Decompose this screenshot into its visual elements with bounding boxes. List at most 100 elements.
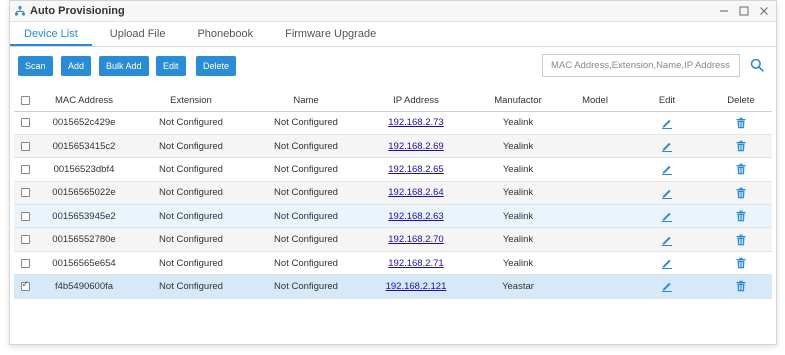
edit-cell <box>624 227 710 252</box>
close-icon[interactable] <box>758 4 770 18</box>
trash-icon[interactable] <box>735 187 747 199</box>
col-manufactor[interactable]: Manufactor <box>470 91 566 112</box>
model-cell <box>566 181 624 206</box>
mac-address-cell: 0015652c429e <box>36 111 132 135</box>
edit-cell <box>624 251 710 276</box>
col-delete: Delete <box>710 91 772 112</box>
toolbar: Scan Add Bulk Add Edit Delete <box>10 47 776 85</box>
row-checkbox[interactable] <box>20 118 30 128</box>
row-select-cell <box>14 111 36 135</box>
window-controls <box>718 4 770 18</box>
scan-button[interactable]: Scan <box>18 56 53 76</box>
ip-address-link[interactable]: 192.168.2.69 <box>388 141 443 152</box>
add-button[interactable]: Add <box>61 56 92 76</box>
ip-address-link[interactable]: 192.168.2.70 <box>388 234 443 245</box>
pencil-icon[interactable] <box>661 234 673 246</box>
tab-device-list[interactable]: Device List <box>10 22 92 46</box>
row-checkbox[interactable] <box>20 164 30 174</box>
edit-button[interactable]: Edit <box>156 56 186 76</box>
maximize-icon[interactable] <box>738 4 750 18</box>
trash-icon[interactable] <box>735 210 747 222</box>
ip-address-cell: 192.168.2.71 <box>362 251 470 276</box>
ip-address-link[interactable]: 192.168.2.64 <box>388 187 443 198</box>
table-row[interactable]: f4b5490600faNot ConfiguredNot Configured… <box>14 274 772 299</box>
delete-cell <box>710 204 772 229</box>
table-row[interactable]: 0015653415c2 Not Configured Not Configured… <box>14 134 772 159</box>
col-model[interactable]: Model <box>566 91 624 112</box>
trash-icon[interactable] <box>735 163 747 175</box>
col-name[interactable]: Name <box>250 91 362 112</box>
pencil-icon[interactable] <box>661 117 673 129</box>
extension-cell: Not Configured <box>132 181 250 206</box>
delete-cell <box>710 251 772 276</box>
trash-icon[interactable] <box>735 234 747 246</box>
name-cell: Not Configured <box>250 251 362 276</box>
pencil-icon[interactable] <box>661 280 673 293</box>
extension-cell: Not Configured <box>132 157 250 182</box>
tab-phonebook[interactable]: Phonebook <box>183 22 267 46</box>
minimize-icon[interactable] <box>718 4 730 18</box>
row-select-cell <box>14 157 36 182</box>
model-cell <box>566 111 624 135</box>
ip-address-link[interactable]: 192.168.2.63 <box>388 211 443 222</box>
row-select-cell <box>14 204 36 229</box>
pencil-icon[interactable] <box>661 163 673 176</box>
row-select-cell <box>14 274 36 299</box>
col-edit: Edit <box>624 91 710 112</box>
trash-icon[interactable] <box>735 140 747 152</box>
table-row[interactable]: 00156565022e Not Configured Not Configured… <box>14 181 772 206</box>
device-table: MAC Address Extension Name IP Address Ma… <box>14 91 772 299</box>
trash-icon[interactable] <box>735 257 747 269</box>
select-all-checkbox[interactable] <box>20 96 30 106</box>
row-select-cell <box>14 181 36 206</box>
row-checkbox[interactable] <box>20 188 30 198</box>
trash-icon[interactable] <box>735 117 747 129</box>
tab-firmware-upgrade[interactable]: Firmware Upgrade <box>271 22 390 46</box>
table-row[interactable]: 0015653945e2 Not Configured Not Configured… <box>14 204 772 229</box>
col-mac-address[interactable]: MAC Address <box>36 91 132 112</box>
table-header-row: MAC Address Extension Name IP Address Ma… <box>14 91 772 112</box>
ip-address-link[interactable]: 192.168.2.71 <box>388 258 443 269</box>
row-select-cell <box>14 134 36 159</box>
ip-address-link[interactable]: 192.168.2.73 <box>388 117 443 128</box>
ip-address-cell: 192.168.2.73 <box>362 111 470 135</box>
ip-address-link[interactable]: 192.168.2.65 <box>388 164 443 175</box>
network-icon <box>14 5 26 16</box>
table-row[interactable]: 00156552780e Not Configured Not Configured… <box>14 227 772 252</box>
mac-address-cell: 0015653945e2 <box>36 204 132 229</box>
tab-upload-file[interactable]: Upload File <box>96 22 180 46</box>
extension-cell: Not Configured <box>132 204 250 229</box>
edit-cell <box>624 181 710 206</box>
row-checkbox[interactable] <box>20 235 30 245</box>
extension-cell: Not Configured <box>132 274 250 299</box>
table-row[interactable]: 00156523dbf4 Not Configured Not Configured… <box>14 157 772 182</box>
col-ip-address[interactable]: IP Address <box>362 91 470 112</box>
name-cell: Not Configured <box>250 181 362 206</box>
mac-address-cell: 0015653415c2 <box>36 134 132 159</box>
edit-cell <box>624 111 710 135</box>
row-checkbox[interactable] <box>20 280 30 291</box>
search-input[interactable] <box>542 54 740 77</box>
bulk-add-button[interactable]: Bulk Add <box>99 56 149 76</box>
delete-cell <box>710 157 772 182</box>
delete-cell <box>710 111 772 135</box>
ip-address-link[interactable]: 192.168.2.121 <box>386 281 447 292</box>
extension-cell: Not Configured <box>132 111 250 135</box>
extension-cell: Not Configured <box>132 251 250 276</box>
pencil-icon[interactable] <box>661 257 673 270</box>
row-checkbox[interactable] <box>20 141 30 151</box>
row-checkbox[interactable] <box>20 258 30 268</box>
title-bar: Auto Provisioning <box>10 1 776 22</box>
search-icon[interactable] <box>748 55 766 75</box>
table-row[interactable]: 00156565e654 Not Configured Not Configured… <box>14 251 772 276</box>
edit-cell <box>624 157 710 182</box>
trash-icon[interactable] <box>735 280 747 292</box>
col-extension[interactable]: Extension <box>132 91 250 112</box>
name-cell: Not Configured <box>250 204 362 229</box>
table-row[interactable]: 0015652c429e Not Configured Not Configured… <box>14 111 772 135</box>
row-checkbox[interactable] <box>20 211 30 221</box>
pencil-icon[interactable] <box>661 210 673 223</box>
delete-button[interactable]: Delete <box>196 56 237 76</box>
pencil-icon[interactable] <box>661 140 673 153</box>
pencil-icon[interactable] <box>661 187 673 199</box>
